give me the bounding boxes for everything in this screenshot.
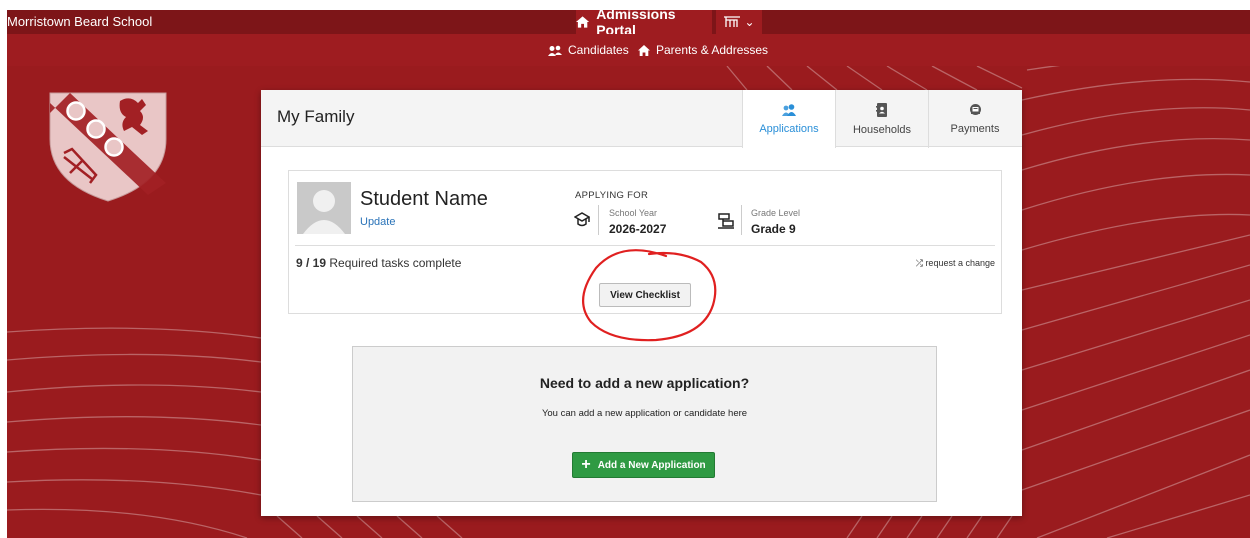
- school-year-value: 2026-2027: [609, 222, 667, 236]
- home-icon: [576, 16, 590, 28]
- sub-navigation: Candidates Parents & Addresses: [7, 34, 1250, 66]
- nav-candidates-label: Candidates: [568, 43, 629, 57]
- school-crest-icon: [49, 92, 167, 202]
- cash-register-icon: [969, 104, 981, 115]
- tasks-label: Required tasks complete: [329, 256, 462, 270]
- tab-households-label: Households: [852, 123, 912, 136]
- user-placeholder-icon: [303, 190, 345, 234]
- users-icon: [782, 103, 796, 116]
- tab-applications-label: Applications: [759, 122, 819, 135]
- grade-level-icon: [718, 213, 734, 229]
- avatar: [297, 182, 351, 234]
- school-name: Morristown Beard School: [7, 14, 153, 29]
- tab-payments-label: Payments: [950, 123, 1000, 135]
- new-application-subtitle: You can add a new application or candida…: [541, 408, 748, 419]
- nav-parents-label: Parents & Addresses: [656, 43, 769, 57]
- update-link[interactable]: Update: [360, 216, 395, 228]
- grade-level-label: Grade Level: [751, 208, 801, 218]
- student-name: Student Name: [360, 188, 488, 210]
- card-header: My Family Applications Households Paymen…: [261, 90, 1022, 148]
- school-switcher[interactable]: ⌄: [716, 10, 762, 34]
- tab-payments[interactable]: Payments: [928, 90, 1021, 148]
- shuffle-icon: ⤮: [915, 258, 923, 268]
- school-year-label: School Year: [609, 208, 658, 218]
- chevron-down-icon: ⌄: [744, 15, 755, 29]
- field-separator: [598, 205, 599, 235]
- divider: [295, 245, 995, 246]
- grade-level-value: Grade 9: [751, 222, 796, 236]
- users-icon: [548, 45, 562, 56]
- nav-candidates[interactable]: Candidates: [548, 34, 629, 66]
- tab-households[interactable]: Households: [835, 90, 928, 148]
- nav-parents-addresses[interactable]: Parents & Addresses: [638, 34, 768, 66]
- my-family-card: My Family Applications Households Paymen…: [261, 90, 1022, 516]
- tab-applications[interactable]: Applications: [742, 90, 835, 148]
- address-book-icon: [876, 102, 887, 117]
- graduation-cap-icon: [574, 212, 590, 227]
- application-summary: Student Name Update APPLYING FOR School …: [288, 170, 1002, 314]
- school-logo-icon: [724, 16, 741, 27]
- new-application-panel: Need to add a new application? You can a…: [352, 346, 937, 502]
- portal-window: Morristown Beard School Admissions Porta…: [7, 10, 1250, 538]
- tasks-status: 9 / 19 Required tasks complete: [296, 256, 461, 270]
- tasks-count: 9 / 19: [296, 256, 327, 270]
- add-new-application-label: Add a New Application: [597, 459, 706, 471]
- plus-icon: +: [581, 456, 591, 473]
- new-application-title: Need to add a new application?: [539, 375, 750, 391]
- admissions-portal-tab[interactable]: Admissions Portal: [576, 10, 712, 38]
- request-change-link[interactable]: ⤮ request a change: [916, 258, 995, 269]
- request-change-label: request a change: [925, 258, 995, 268]
- view-checklist-button[interactable]: View Checklist: [599, 283, 691, 307]
- home-icon: [638, 44, 650, 56]
- card-title: My Family: [277, 107, 355, 126]
- top-bar: Morristown Beard School Admissions Porta…: [7, 10, 1250, 38]
- add-new-application-button[interactable]: + Add a New Application: [572, 452, 715, 478]
- applying-for-label: APPLYING FOR: [575, 190, 649, 201]
- field-separator: [741, 205, 742, 235]
